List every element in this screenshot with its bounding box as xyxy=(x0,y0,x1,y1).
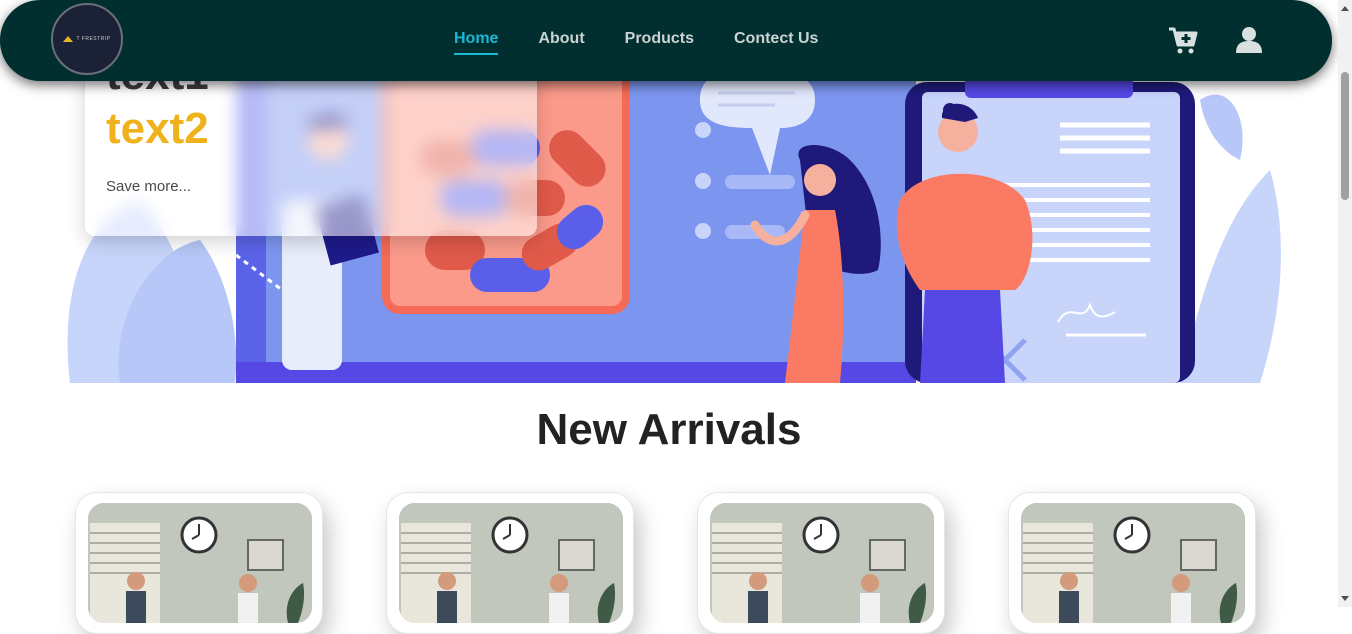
product-card[interactable] xyxy=(386,492,634,634)
nav-link-contact[interactable]: Contect Us xyxy=(734,30,818,48)
product-image xyxy=(1021,503,1245,623)
navbar: T FRESTRIP Home About Products Contect U… xyxy=(0,0,1332,81)
logo-mark: T FRESTRIP xyxy=(63,36,110,42)
product-card[interactable] xyxy=(697,492,945,634)
office-scene-image xyxy=(399,503,623,623)
product-image xyxy=(399,503,623,623)
nav-link-products[interactable]: Products xyxy=(625,30,694,48)
product-image xyxy=(88,503,312,623)
user-icon xyxy=(1236,27,1262,53)
scroll-up-arrow-icon[interactable] xyxy=(1341,6,1349,11)
section-title: New Arrivals xyxy=(536,405,802,454)
brand-logo[interactable]: T FRESTRIP xyxy=(51,3,123,75)
cart-plus-icon xyxy=(1169,27,1198,54)
scrollbar-thumb[interactable] xyxy=(1341,72,1349,200)
page-scrollbar[interactable] xyxy=(1338,0,1352,607)
user-button[interactable] xyxy=(1233,24,1265,56)
logo-text: T FRESTRIP xyxy=(76,36,111,42)
office-scene-image xyxy=(1021,503,1245,623)
product-image xyxy=(710,503,934,623)
scroll-down-arrow-icon[interactable] xyxy=(1341,596,1349,601)
save-more-link[interactable]: Save more... xyxy=(106,178,191,195)
office-scene-image xyxy=(710,503,934,623)
nav-link-about[interactable]: About xyxy=(538,30,584,48)
promo-heading-2: text2 xyxy=(106,104,209,153)
office-scene-image xyxy=(88,503,312,623)
nav-link-home[interactable]: Home xyxy=(454,30,499,55)
nav-links: Home About Products Contect Us xyxy=(454,30,818,55)
product-card[interactable] xyxy=(1008,492,1256,634)
cart-button[interactable] xyxy=(1167,24,1199,56)
mountain-icon xyxy=(63,36,74,42)
product-card[interactable] xyxy=(75,492,323,634)
